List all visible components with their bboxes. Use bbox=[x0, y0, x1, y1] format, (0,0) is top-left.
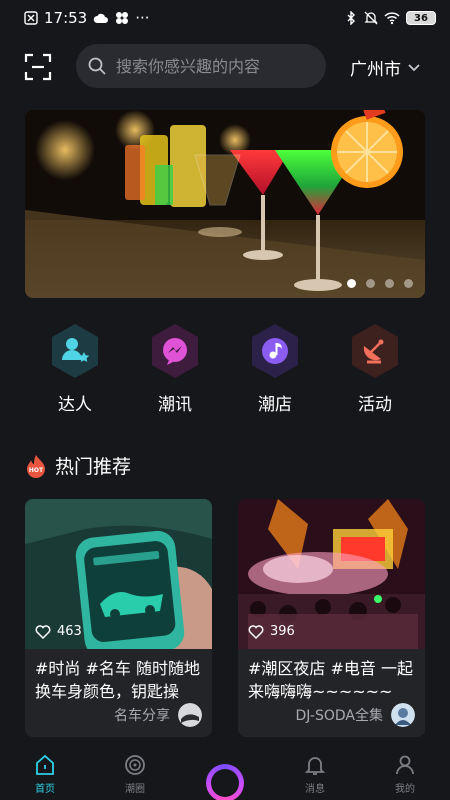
carousel-dot[interactable] bbox=[347, 279, 356, 288]
chevron-down-icon bbox=[408, 63, 420, 71]
status-time: 17:53 bbox=[44, 9, 88, 27]
home-icon bbox=[36, 754, 54, 775]
card-author[interactable]: 名车分享 bbox=[114, 703, 202, 727]
like-number: 463 bbox=[57, 624, 82, 639]
circle-icon bbox=[125, 755, 145, 775]
category-expert[interactable]: 达人 bbox=[40, 322, 110, 415]
avatar bbox=[391, 703, 415, 727]
recommend-card[interactable]: 463 #时尚 #名车 随时随地换车身颜色，钥匙操 名车分享 bbox=[25, 499, 212, 737]
section-title: 热门推荐 bbox=[55, 456, 132, 478]
category-label: 潮店 bbox=[258, 395, 292, 415]
heart-icon bbox=[248, 624, 264, 639]
city-selector[interactable]: 广州市 bbox=[350, 55, 421, 80]
top-bar: 广州市 bbox=[0, 44, 450, 90]
heart-icon bbox=[35, 624, 51, 639]
nav-label: 潮圈 bbox=[125, 784, 145, 795]
battery-icon: 36 bbox=[406, 11, 436, 25]
nav-label: 消息 bbox=[305, 784, 325, 795]
sim-icon bbox=[24, 11, 38, 25]
card-thumbnail: 463 bbox=[25, 499, 212, 649]
like-number: 396 bbox=[270, 624, 295, 639]
search-icon bbox=[88, 57, 106, 75]
category-label: 达人 bbox=[58, 395, 92, 415]
category-label: 活动 bbox=[358, 395, 392, 415]
cloud-icon bbox=[93, 13, 109, 23]
section-header: HOT 热门推荐 bbox=[25, 452, 131, 479]
hot-flame-icon: HOT bbox=[27, 454, 45, 478]
bluetooth-icon bbox=[347, 11, 355, 25]
nav-messages[interactable]: 消息 bbox=[285, 748, 345, 795]
card-caption: #时尚 #名车 随时随地换车身颜色，钥匙操 bbox=[35, 659, 200, 701]
author-name: DJ-SODA全集 bbox=[295, 708, 383, 724]
avatar bbox=[178, 703, 202, 727]
carousel-dot[interactable] bbox=[404, 279, 413, 288]
pinwheel-icon bbox=[116, 12, 129, 24]
card-caption: #潮区夜店 #电音 一起来嗨嗨嗨~~~~~~ bbox=[248, 659, 413, 701]
category-news[interactable]: 潮讯 bbox=[140, 322, 210, 415]
banner-carousel[interactable] bbox=[25, 110, 425, 298]
hot-badge-text: HOT bbox=[29, 467, 44, 474]
nav-home[interactable]: 首页 bbox=[15, 748, 75, 795]
bottom-nav: 首页 潮圈 消息 我的 bbox=[0, 748, 450, 800]
scan-icon[interactable] bbox=[24, 53, 52, 81]
bell-icon bbox=[304, 757, 326, 775]
category-label: 潮讯 bbox=[158, 395, 192, 415]
category-grid: 达人 潮讯 潮店 活动 bbox=[0, 322, 450, 422]
expert-person-icon bbox=[52, 324, 98, 378]
recommend-card[interactable]: 396 #潮区夜店 #电音 一起来嗨嗨嗨~~~~~~ DJ-SODA全集 bbox=[238, 499, 425, 737]
nav-label: 我的 bbox=[395, 784, 415, 795]
search-box[interactable] bbox=[76, 44, 326, 88]
profile-icon bbox=[396, 755, 414, 775]
center-ring-icon[interactable] bbox=[206, 764, 244, 800]
satellite-dish-icon bbox=[352, 324, 398, 378]
nav-profile[interactable]: 我的 bbox=[375, 748, 435, 795]
carousel-dot[interactable] bbox=[366, 279, 375, 288]
card-thumbnail: 396 bbox=[238, 499, 425, 649]
banner-image bbox=[25, 110, 425, 298]
mute-icon bbox=[364, 11, 378, 25]
like-count[interactable]: 396 bbox=[248, 624, 295, 639]
nav-label: 首页 bbox=[35, 784, 55, 795]
city-label: 广州市 bbox=[350, 60, 401, 80]
status-right: 36 bbox=[344, 11, 436, 25]
nav-center[interactable] bbox=[195, 748, 255, 800]
like-count[interactable]: 463 bbox=[35, 624, 82, 639]
status-left: 17:53 ··· bbox=[24, 9, 150, 27]
card-author[interactable]: DJ-SODA全集 bbox=[296, 703, 415, 727]
status-bar: 17:53 ··· 36 bbox=[0, 0, 450, 36]
music-note-icon bbox=[252, 324, 298, 378]
search-input[interactable] bbox=[116, 56, 316, 76]
nav-circle[interactable]: 潮圈 bbox=[105, 748, 165, 795]
carousel-indicators[interactable] bbox=[347, 279, 413, 288]
category-store[interactable]: 潮店 bbox=[240, 322, 310, 415]
category-activity[interactable]: 活动 bbox=[340, 322, 410, 415]
author-name: 名车分享 bbox=[114, 708, 170, 724]
wifi-icon bbox=[384, 12, 400, 25]
messenger-icon bbox=[152, 324, 198, 378]
carousel-dot[interactable] bbox=[385, 279, 394, 288]
more-dots: ··· bbox=[135, 9, 150, 27]
